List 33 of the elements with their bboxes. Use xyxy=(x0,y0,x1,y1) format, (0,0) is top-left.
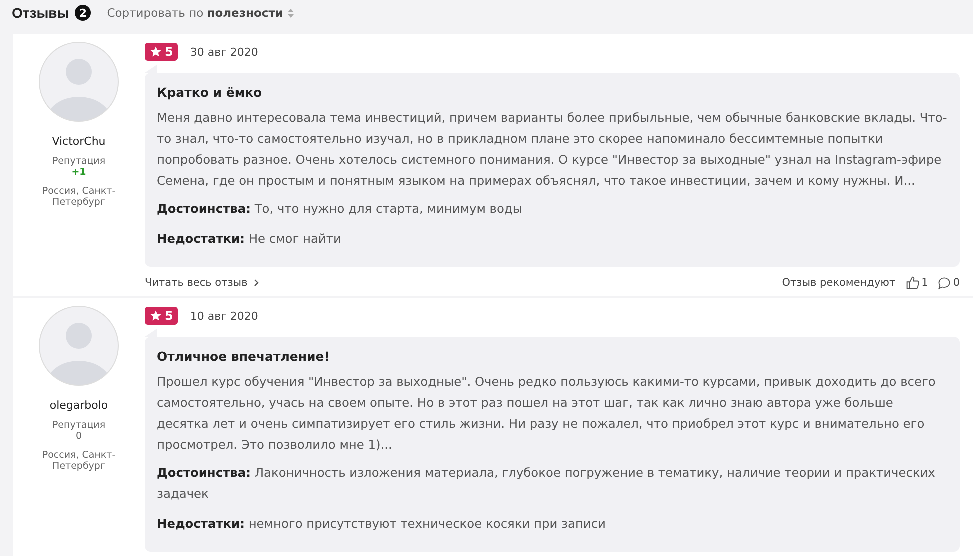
reputation-label: Репутация xyxy=(52,420,106,431)
comments-button[interactable]: 0 xyxy=(934,276,960,290)
review-date: 30 авг 2020 xyxy=(190,46,258,58)
pros-text: Достоинства: То, что нужно для старта, минимум воды xyxy=(157,201,524,218)
review-text: Меня давно интересовала тема инвестиций, причем варианты более прибыльные, чем обычные банковские вклады. Что-то знал, что-то самостоятельно изучал, но в прикладном плане это скорее напоминало бессимтемные попытки попробовать разное. Очень хотелось системного понимания. О курсе "Инвестор за выходные" узнал на Instagram-эфире Семена, где он простым и понятным языком на примерах объяснял, что такое инвестиции, зачем и кому нужны. И... xyxy=(157,110,948,190)
read-more-link[interactable]: Читать весь отзыв xyxy=(145,277,259,289)
author-name[interactable]: olegarbolo xyxy=(50,399,108,412)
reputation-label: Репутация xyxy=(52,156,106,167)
like-button[interactable]: 1 xyxy=(902,276,928,290)
sort-icon xyxy=(288,8,294,18)
count-badge: 2 xyxy=(75,5,92,21)
cons-text: Недостатки: Не смог найти xyxy=(157,231,342,248)
review-date: 10 авг 2020 xyxy=(190,310,258,322)
section-title: Отзывы xyxy=(12,5,70,21)
cons-text: Недостатки: немного присутствуют техническое косяки при записи xyxy=(157,516,607,533)
author-location: Россия, Санкт-Петербург xyxy=(41,186,117,208)
author-location: Россия, Санкт-Петербург xyxy=(41,450,117,472)
comment-icon xyxy=(938,276,952,290)
rating-badge: 5 xyxy=(145,43,178,61)
rating-badge: 5 xyxy=(145,307,178,325)
chevron-icon xyxy=(254,279,259,287)
reputation-value: +1 xyxy=(72,167,86,178)
recommend-label: Отзыв рекомендуют xyxy=(782,277,896,289)
review-title: Отличное впечатление! xyxy=(157,349,331,364)
reputation-value: 0 xyxy=(76,431,82,442)
review-text: Прошел курс обучения "Инвестор за выходные". Очень редко пользуюсь какими-то курсами, привык доходить до всего самостоятельно, учась на своем опыте. Но в этот раз пошел на этот шаг, так как лично знаю автора уже больше десятка лет и очень симпатизирует его стиль жизни. Ни разу не пожалел, что приобрел этот курс и внимательно его просмотрел. Это позволило мне 1)... xyxy=(157,374,937,454)
star-icon xyxy=(150,310,162,322)
thumbs-up-icon xyxy=(906,276,920,290)
star-icon xyxy=(150,46,162,58)
author-name[interactable]: VictorChu xyxy=(52,135,106,148)
sort-button[interactable]: Сортировать по полезности xyxy=(97,6,294,20)
review-title: Кратко и ёмко xyxy=(157,85,264,100)
pros-text: Достоинства: Лаконичность изложения материала, глубокое погружение в тематику, наличие теории и практических задачек xyxy=(157,465,936,503)
